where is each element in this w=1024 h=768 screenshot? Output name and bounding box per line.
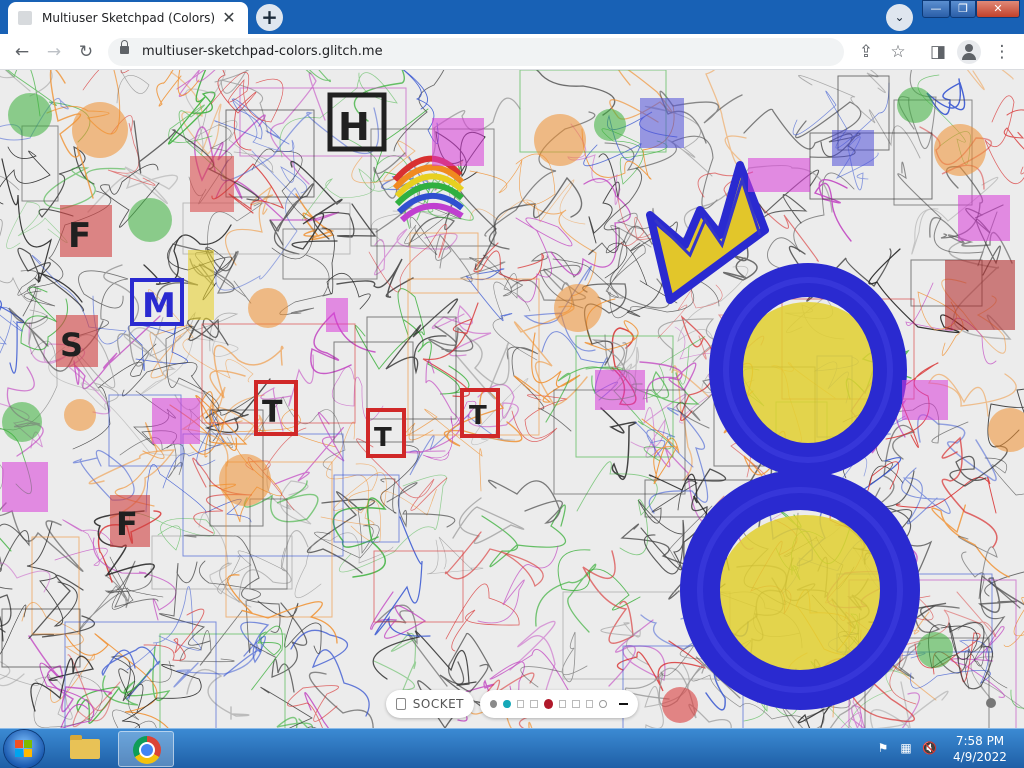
taskbar-explorer-button[interactable]	[58, 731, 114, 767]
color-swatch-empty-1[interactable]	[516, 700, 525, 708]
window-maximize-button[interactable]: ❐	[950, 0, 976, 18]
color-swatch-gray[interactable]	[490, 700, 498, 708]
pen-width-line-icon[interactable]	[618, 703, 628, 705]
svg-text:F: F	[68, 216, 91, 256]
svg-text:T: T	[262, 395, 283, 430]
clock-time: 7:58 PM	[955, 734, 1005, 748]
color-swatch-white[interactable]	[599, 700, 607, 708]
socket-status-pill[interactable]: SOCKET	[386, 690, 474, 718]
window-minimize-button[interactable]: —	[922, 0, 950, 18]
color-swatch-teal[interactable]	[503, 700, 511, 708]
action-center-flag-icon[interactable]: ⚑	[876, 741, 890, 755]
page-content: M T T T F F S H SOCKET	[0, 70, 1024, 728]
svg-text:T: T	[469, 401, 487, 431]
new-tab-button[interactable]: +	[256, 4, 283, 31]
back-button[interactable]: ←	[8, 38, 36, 66]
forward-button[interactable]: →	[40, 38, 68, 66]
folder-icon	[70, 735, 100, 759]
status-dot-icon	[986, 698, 996, 708]
url-text[interactable]: multiuser-sketchpad-colors.glitch.me	[142, 44, 383, 59]
color-swatch-empty-2[interactable]	[530, 700, 538, 708]
taskbar-chrome-button[interactable]	[118, 731, 174, 767]
svg-text:M: M	[142, 286, 176, 326]
side-panel-icon[interactable]: ◨	[924, 38, 952, 66]
volume-muted-icon[interactable]: 🔇	[922, 741, 937, 755]
clock-date: 4/9/2022	[953, 750, 1007, 764]
svg-text:T: T	[374, 423, 392, 453]
color-swatch-red[interactable]	[543, 699, 553, 709]
chrome-icon	[133, 736, 161, 764]
svg-text:H: H	[338, 105, 370, 149]
taskbar-clock[interactable]: 7:58 PM 4/9/2022	[950, 733, 1010, 765]
window-close-button[interactable]: ✕	[976, 0, 1020, 18]
windows-logo-icon	[15, 740, 33, 758]
address-bar[interactable]: multiuser-sketchpad-colors.glitch.me	[108, 38, 844, 66]
color-swatch-empty-5[interactable]	[585, 700, 594, 708]
browser-tabstrip: Multiuser Sketchpad (Colors) ✕ + ⌄ — ❐ ✕	[0, 0, 1024, 34]
color-swatch-empty-4[interactable]	[572, 700, 580, 708]
browser-toolbar: ← → ↻ multiuser-sketchpad-colors.glitch.…	[0, 34, 1024, 70]
color-palette	[480, 690, 638, 718]
svg-text:F: F	[116, 505, 138, 543]
socket-icon	[396, 698, 406, 710]
sketch-canvas[interactable]: M T T T F F S H	[0, 70, 1024, 728]
page-favicon-icon	[18, 11, 32, 25]
svg-text:S: S	[60, 326, 83, 364]
windows-taskbar: ⚑ ▦ 🔇 7:58 PM 4/9/2022	[0, 728, 1024, 768]
lock-icon[interactable]	[120, 40, 129, 54]
tab-title: Multiuser Sketchpad (Colors)	[42, 11, 216, 25]
tab-close-button[interactable]: ✕	[220, 9, 238, 27]
reload-button[interactable]: ↻	[72, 38, 100, 66]
browser-tab-active[interactable]: Multiuser Sketchpad (Colors) ✕	[8, 2, 248, 34]
tab-search-button[interactable]: ⌄	[886, 4, 913, 31]
network-icon[interactable]: ▦	[899, 741, 913, 755]
start-button[interactable]	[4, 730, 44, 768]
bookmark-star-icon[interactable]: ☆	[884, 38, 912, 66]
color-swatch-empty-3[interactable]	[558, 700, 567, 708]
chrome-menu-icon[interactable]: ⋮	[988, 38, 1016, 66]
profile-avatar-icon[interactable]	[957, 40, 981, 64]
share-icon[interactable]: ⇪	[852, 38, 880, 66]
socket-label: SOCKET	[412, 697, 464, 711]
